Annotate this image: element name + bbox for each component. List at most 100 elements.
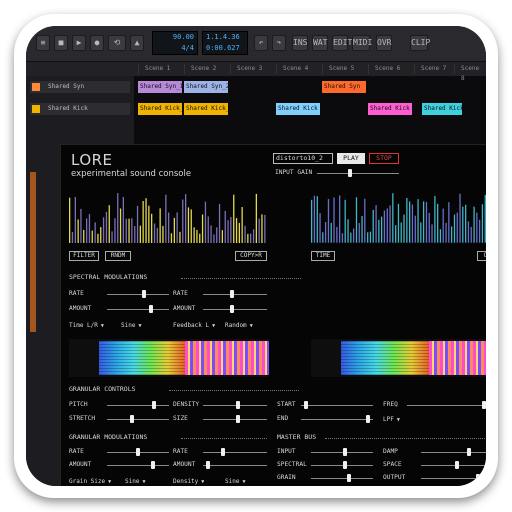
mod-shape-dropdown[interactable]: Sine ▼ — [121, 321, 141, 330]
toolbar-midi-button[interactable]: MIDI — [352, 35, 372, 51]
scene-3[interactable]: Scene 3 — [230, 64, 275, 74]
waveform-bar — [333, 197, 335, 243]
stretch-slider[interactable] — [107, 415, 169, 423]
granular-mod-shape-dropdown[interactable]: Sine ▼ — [225, 477, 245, 486]
master-space-slider[interactable] — [421, 461, 486, 469]
waveform-bar — [134, 226, 136, 243]
granular-rate-right-slider[interactable] — [203, 448, 267, 456]
granular-amount-right-slider[interactable] — [203, 461, 267, 469]
time-spectrum-display[interactable] — [311, 185, 486, 243]
clip[interactable]: Shared Kick_2 — [184, 103, 228, 115]
copy-right-button[interactable]: COPY>R — [235, 251, 267, 261]
toolbar-ins-button[interactable]: INS — [292, 35, 308, 51]
scene-5[interactable]: Scene 5 — [322, 64, 367, 74]
plugin-subtitle: experimental sound console — [71, 169, 192, 179]
preset-name-field[interactable]: distorto10_2 — [273, 153, 333, 164]
input-gain-slider[interactable] — [317, 169, 399, 177]
waveform-bar — [108, 205, 110, 243]
clip[interactable]: Shared Kick — [276, 103, 320, 115]
copy-left-button[interactable]: COPY> — [477, 251, 486, 261]
waveform-bar — [196, 230, 198, 243]
waveform-bar — [83, 229, 85, 243]
spectral-rate-left-slider[interactable] — [107, 290, 169, 298]
mod-target-dropdown[interactable]: Time L/R ▼ — [69, 321, 104, 330]
waveform-bar — [386, 208, 388, 243]
clip[interactable]: Shared Kick_1 — [138, 103, 182, 115]
waveform-bar — [481, 204, 484, 243]
waveform-bar — [319, 213, 321, 243]
stop-icon[interactable]: ■ — [54, 35, 68, 51]
clip[interactable]: Shared Syn_1 — [138, 81, 182, 93]
mod-target-dropdown[interactable]: Feedback L ▼ — [173, 321, 215, 330]
tempo-display[interactable]: 90.00 4/4 — [152, 31, 198, 55]
waveform-bar — [199, 233, 201, 243]
filter-button[interactable]: FILTER — [69, 251, 99, 261]
loop-icon[interactable]: ⟲ — [108, 35, 126, 51]
waveform-bar — [473, 206, 475, 243]
clip[interactable]: Shared Syn_2 — [184, 81, 228, 93]
toolbar-wat-button[interactable]: WAT — [312, 35, 328, 51]
waveform-bar — [207, 216, 209, 243]
waveform-bar — [352, 228, 355, 243]
start-slider[interactable] — [301, 401, 373, 409]
spectral-amount-right-slider[interactable] — [203, 305, 267, 313]
clip[interactable]: Shared Kick — [422, 103, 462, 115]
granular-amount-left-slider[interactable] — [107, 461, 169, 469]
track-name: Shared Kick — [48, 105, 88, 112]
end-slider[interactable] — [301, 415, 373, 423]
master-grain-slider[interactable] — [311, 474, 373, 482]
dropdown-value: Feedback L — [173, 322, 210, 329]
clip[interactable]: Shared Syn — [322, 81, 366, 93]
freq-slider[interactable] — [407, 401, 486, 409]
waveform-bar — [148, 205, 150, 243]
dropdown-value: Random — [225, 322, 247, 329]
waveform-bar — [71, 232, 74, 243]
granular-mod-target-dropdown[interactable]: Density ▼ — [173, 477, 204, 486]
spectral-rate-right-slider[interactable] — [203, 290, 267, 298]
filter-spectrum-display[interactable] — [69, 185, 267, 243]
master-spectral-slider[interactable] — [311, 461, 373, 469]
chevron-down-icon: ▼ — [396, 417, 400, 423]
track-shared-kick[interactable]: Shared Kick — [30, 103, 130, 115]
master-damp-slider[interactable] — [421, 448, 486, 456]
redo-icon[interactable]: ↷ — [272, 35, 286, 51]
size-slider[interactable] — [203, 415, 267, 423]
scene-6[interactable]: Scene 6 — [368, 64, 413, 74]
daw-toolbar: ≡ ■ ▶ ● ⟲ ▲ 90.00 4/4 1.1.4.36 0:00.627 … — [26, 26, 486, 62]
record-icon[interactable]: ● — [90, 35, 104, 51]
scene-1[interactable]: Scene 1 — [138, 64, 183, 74]
dropdown-value: Grain Size — [69, 478, 106, 485]
metronome-icon[interactable]: ▲ — [130, 35, 144, 51]
granular-rate-left-slider[interactable] — [107, 448, 169, 456]
scene-4[interactable]: Scene 4 — [276, 64, 321, 74]
waveform-bar — [453, 214, 456, 243]
granular-modulations-heading: GRANULAR MODULATIONS — [69, 433, 148, 441]
toolbar-ovr-button[interactable]: OVR — [376, 35, 392, 51]
scene-2[interactable]: Scene 2 — [184, 64, 229, 74]
menu-icon[interactable]: ≡ — [36, 35, 50, 51]
scene-8[interactable]: Scene 8 — [454, 64, 486, 82]
track-shared-syn[interactable]: Shared Syn — [30, 81, 130, 93]
clip[interactable]: Shared Kick — [368, 103, 412, 115]
stop-button[interactable]: STOP — [369, 153, 399, 164]
density-slider[interactable] — [203, 401, 267, 409]
toolbar-clip-button[interactable]: CLIP — [410, 35, 430, 51]
pitch-slider[interactable] — [107, 401, 169, 409]
mod-shape-dropdown[interactable]: Random ▼ — [225, 321, 253, 330]
master-output-slider[interactable] — [421, 474, 486, 482]
density-label: DENSITY — [173, 401, 200, 408]
spectral-amount-left-slider[interactable] — [107, 305, 169, 313]
filter-type-dropdown[interactable]: LPF ▼ — [383, 415, 400, 424]
time-button[interactable]: TIME — [311, 251, 335, 261]
randomize-button[interactable]: RNDM — [105, 251, 131, 261]
undo-icon[interactable]: ↶ — [254, 35, 268, 51]
chevron-down-icon: ▼ — [242, 479, 246, 485]
play-button[interactable]: PLAY — [337, 153, 365, 164]
toolbar-edit-button[interactable]: EDIT — [332, 35, 352, 51]
play-icon[interactable]: ▶ — [72, 35, 86, 51]
master-input-slider[interactable] — [311, 448, 373, 456]
waveform-bar — [341, 233, 344, 243]
scene-7[interactable]: Scene 7 — [414, 64, 454, 74]
granular-mod-shape-dropdown[interactable]: Sine ▼ — [125, 477, 145, 486]
granular-mod-target-dropdown[interactable]: Grain Size ▼ — [69, 477, 111, 486]
